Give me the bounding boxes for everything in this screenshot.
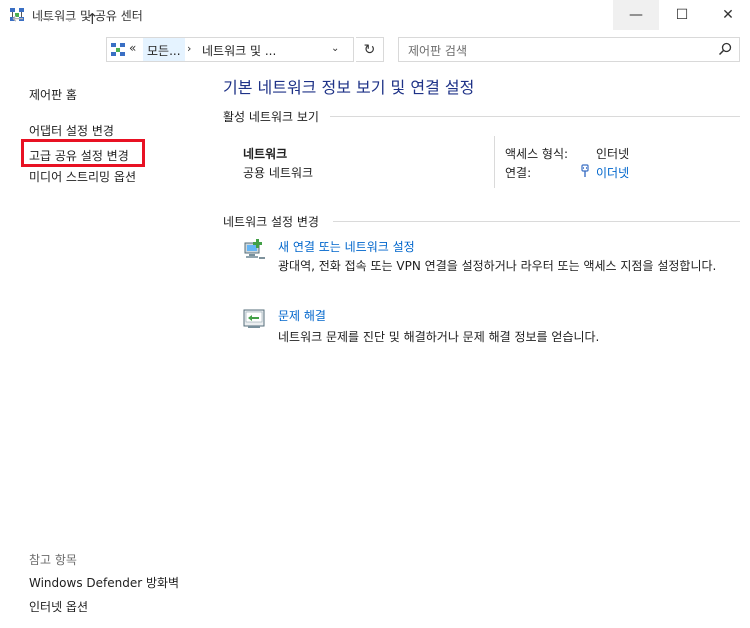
new-connection-icon — [244, 239, 265, 259]
change-settings-heading: 네트워크 설정 변경 — [223, 213, 325, 230]
minimize-icon: — — [629, 7, 643, 23]
page-title: 기본 네트워크 정보 보기 및 연결 설정 — [223, 78, 475, 97]
refresh-button[interactable]: ↻ — [356, 37, 384, 62]
sidebar-item-defender-firewall[interactable]: Windows Defender 방화벽 — [29, 574, 179, 591]
troubleshoot-description: 네트워크 문제를 진단 및 해결하거나 문제 해결 정보를 얻습니다. — [278, 330, 600, 344]
divider — [330, 116, 740, 117]
divider — [333, 221, 740, 222]
troubleshoot-link[interactable]: 문제 해결 — [278, 307, 326, 324]
new-connection-link[interactable]: 새 연결 또는 네트워크 설정 — [278, 238, 415, 255]
access-type-value: 인터넷 — [596, 147, 630, 161]
network-name: 네트워크 — [243, 147, 288, 161]
network-type-link[interactable]: 공용 네트워크 — [243, 164, 313, 181]
close-icon: ✕ — [722, 7, 734, 23]
title-bar: 네트워크 및 공유 센터 — ☐ ✕ — [0, 0, 750, 30]
minimize-button[interactable]: — — [613, 0, 659, 30]
sidebar-item-media-streaming[interactable]: 미디어 스트리밍 옵션 — [29, 168, 136, 185]
ethernet-icon — [581, 164, 589, 177]
new-connection-description: 광대역, 전화 접속 또는 VPN 연결을 설정하거나 라우터 또는 액세스 지… — [278, 259, 717, 273]
search-input[interactable]: 제어판 검색 — [398, 37, 740, 62]
breadcrumb-all-items[interactable]: 모든... — [143, 38, 185, 61]
access-type-label: 액세스 형식: — [505, 147, 569, 161]
refresh-icon: ↻ — [363, 41, 376, 58]
forward-arrow-icon[interactable]: → — [40, 11, 52, 27]
control-panel-icon — [111, 43, 125, 56]
breadcrumb-separator-icon[interactable]: › — [187, 42, 191, 55]
back-arrow-icon[interactable]: ← — [12, 11, 24, 27]
breadcrumb-network-center[interactable]: 네트워크 및 ... — [202, 42, 276, 59]
troubleshoot-icon — [243, 309, 265, 328]
vertical-divider — [494, 136, 495, 188]
sidebar-item-internet-options[interactable]: 인터넷 옵션 — [29, 598, 88, 615]
maximize-button[interactable]: ☐ — [659, 0, 705, 30]
address-bar[interactable]: « 모든... › 네트워크 및 ... ⌄ — [106, 37, 354, 62]
ethernet-connection-link[interactable]: 이더넷 — [596, 164, 629, 181]
connection-label: 연결: — [505, 166, 532, 180]
close-button[interactable]: ✕ — [705, 0, 750, 30]
search-icon[interactable] — [718, 42, 732, 56]
see-also-heading: 참고 항목 — [29, 553, 77, 567]
search-placeholder: 제어판 검색 — [408, 44, 468, 58]
up-arrow-icon[interactable]: ↑ — [86, 10, 99, 28]
overflow-chevron-icon[interactable]: « — [129, 41, 136, 55]
maximize-icon: ☐ — [675, 7, 689, 23]
address-dropdown-icon[interactable]: ⌄ — [331, 43, 339, 54]
highlight-box — [21, 139, 145, 167]
sidebar-item-control-panel-home[interactable]: 제어판 홈 — [29, 86, 77, 103]
active-networks-heading: 활성 네트워크 보기 — [223, 108, 325, 125]
sidebar-item-adapter-settings[interactable]: 어댑터 설정 변경 — [29, 122, 114, 139]
recent-locations-dropdown-icon[interactable]: ⌄ — [66, 15, 74, 25]
